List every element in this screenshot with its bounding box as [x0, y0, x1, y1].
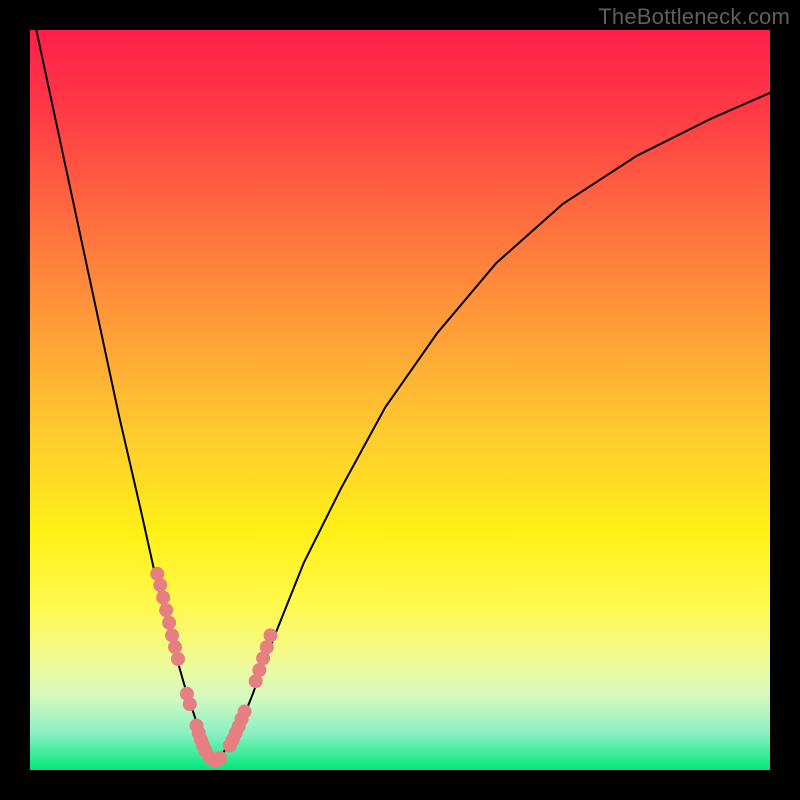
data-bead	[168, 640, 182, 654]
data-bead	[156, 591, 170, 605]
data-bead	[162, 616, 176, 630]
data-bead	[264, 628, 278, 642]
data-beads	[150, 567, 277, 768]
chart-stage: TheBottleneck.com	[0, 0, 800, 800]
data-bead	[165, 628, 179, 642]
data-bead	[153, 578, 167, 592]
data-bead	[252, 663, 266, 677]
curve-path	[30, 0, 770, 761]
chart-overlay	[30, 30, 770, 770]
data-bead	[171, 652, 185, 666]
bottleneck-curve	[30, 0, 770, 761]
watermark-text: TheBottleneck.com	[598, 4, 790, 30]
data-bead	[260, 640, 274, 654]
data-bead	[213, 751, 227, 765]
data-bead	[159, 603, 173, 617]
data-bead	[183, 697, 197, 711]
data-bead	[238, 705, 252, 719]
